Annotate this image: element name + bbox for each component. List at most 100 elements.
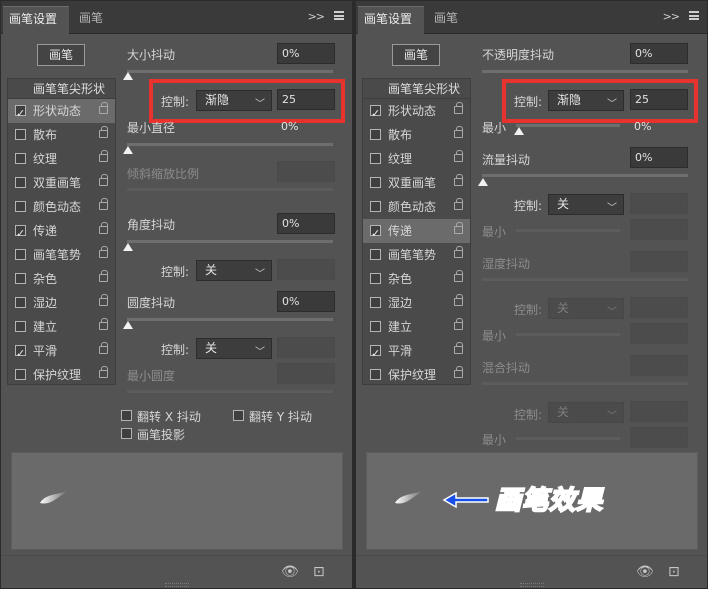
checkbox[interactable] [370, 201, 381, 212]
tab-brush-settings[interactable]: 画笔设置 [3, 6, 69, 34]
size-jitter-thumb[interactable] [123, 72, 133, 80]
lock-icon[interactable] [454, 294, 463, 306]
lock-icon[interactable] [454, 102, 463, 114]
brush-tip-shape-item[interactable]: 画笔笔尖形状 [363, 79, 470, 99]
list-item[interactable]: 形状动态 [8, 99, 115, 126]
list-item[interactable]: 建立 [8, 315, 115, 339]
brush-presets-button[interactable]: 画笔 [392, 44, 440, 66]
toggle-preview-eye-icon[interactable]: 👁 [636, 564, 654, 580]
roundness-jitter-slider[interactable] [127, 318, 333, 321]
toggle-preview-eye-icon[interactable]: 👁 [281, 564, 299, 580]
flow-jitter-thumb[interactable] [478, 178, 488, 186]
lock-icon[interactable] [99, 318, 108, 330]
flow-jitter-slider[interactable] [482, 174, 688, 177]
angle-control-select[interactable]: 关 ﹀ [196, 260, 272, 281]
checkbox[interactable] [370, 321, 381, 332]
checkbox[interactable] [370, 273, 381, 284]
checkbox[interactable] [370, 342, 381, 366]
list-item[interactable]: 形状动态 [363, 99, 470, 126]
list-item[interactable]: 建立 [363, 315, 470, 339]
checkbox[interactable] [370, 177, 381, 188]
checkbox[interactable] [15, 249, 26, 260]
size-jitter-slider[interactable] [127, 70, 333, 73]
lock-icon[interactable] [454, 198, 463, 210]
angle-jitter-slider[interactable] [127, 240, 333, 243]
list-item[interactable]: 散布 [8, 123, 115, 147]
resize-grip-icon[interactable] [520, 583, 544, 587]
list-item[interactable]: 保护纹理 [363, 363, 470, 387]
checkbox[interactable] [15, 273, 26, 284]
checkbox[interactable] [15, 342, 26, 366]
flip-y-checkbox[interactable]: 翻转 Y 抖动 [233, 408, 312, 425]
min-opacity-field[interactable]: 0% [630, 117, 688, 138]
checkbox[interactable] [370, 129, 381, 140]
brush-presets-button[interactable]: 画笔 [37, 44, 85, 66]
panel-menu-icon[interactable] [689, 11, 699, 20]
checkbox[interactable] [370, 369, 381, 380]
lock-icon[interactable] [99, 126, 108, 138]
roundness-jitter-field[interactable]: 0% [277, 291, 335, 312]
min-diameter-field[interactable]: 0% [277, 117, 335, 138]
checkbox[interactable] [15, 321, 26, 332]
brush-projection-checkbox[interactable]: 画笔投影 [121, 426, 185, 443]
lock-icon[interactable] [99, 342, 108, 354]
checkbox[interactable] [370, 222, 381, 246]
checkbox[interactable] [15, 177, 26, 188]
lock-icon[interactable] [454, 222, 463, 234]
checkbox[interactable] [370, 153, 381, 164]
resize-grip-icon[interactable] [165, 583, 189, 587]
size-jitter-field[interactable]: 0% [277, 43, 335, 64]
list-item[interactable]: 颜色动态 [363, 195, 470, 219]
checkbox[interactable] [15, 102, 26, 126]
lock-icon[interactable] [99, 294, 108, 306]
checkbox[interactable] [233, 410, 244, 421]
lock-icon[interactable] [99, 150, 108, 162]
opacity-jitter-slider[interactable] [482, 70, 688, 73]
flip-x-checkbox[interactable]: 翻转 X 抖动 [121, 408, 201, 425]
lock-icon[interactable] [99, 366, 108, 378]
round-control-select[interactable]: 关 ﹀ [196, 338, 272, 359]
angle-jitter-thumb[interactable] [123, 243, 133, 251]
tab-brush-settings[interactable]: 画笔设置 [358, 6, 424, 34]
lock-icon[interactable] [454, 366, 463, 378]
checkbox[interactable] [15, 297, 26, 308]
checkbox[interactable] [15, 201, 26, 212]
roundness-jitter-thumb[interactable] [123, 321, 133, 329]
lock-icon[interactable] [99, 222, 108, 234]
checkbox[interactable] [370, 102, 381, 126]
min-diameter-slider[interactable] [127, 143, 333, 146]
collapse-chevron-icon[interactable]: >> [663, 10, 680, 23]
list-item[interactable]: 双重画笔 [8, 171, 115, 195]
lock-icon[interactable] [454, 174, 463, 186]
lock-icon[interactable] [454, 150, 463, 162]
list-item[interactable]: 杂色 [8, 267, 115, 291]
list-item[interactable]: 纹理 [363, 147, 470, 171]
lock-icon[interactable] [99, 102, 108, 114]
flow-jitter-field[interactable]: 0% [630, 147, 688, 168]
list-item[interactable]: 杂色 [363, 267, 470, 291]
collapse-chevron-icon[interactable]: >> [308, 10, 325, 23]
lock-icon[interactable] [454, 318, 463, 330]
lock-icon[interactable] [454, 126, 463, 138]
lock-icon[interactable] [454, 342, 463, 354]
checkbox[interactable] [15, 153, 26, 164]
create-new-preset-icon[interactable]: ⊡ [313, 564, 325, 580]
checkbox[interactable] [15, 222, 26, 246]
lock-icon[interactable] [99, 174, 108, 186]
tab-brushes[interactable]: 画笔 [73, 6, 113, 34]
list-item[interactable]: 湿边 [8, 291, 115, 315]
flow-control-select[interactable]: 关 ﹀ [548, 194, 624, 215]
checkbox[interactable] [370, 297, 381, 308]
list-item[interactable]: 传递 [363, 219, 470, 246]
list-item[interactable]: 传递 [8, 219, 115, 246]
panel-menu-icon[interactable] [334, 11, 344, 20]
lock-icon[interactable] [99, 198, 108, 210]
min-opacity-slider[interactable] [516, 124, 620, 127]
checkbox[interactable] [121, 410, 132, 421]
list-item[interactable]: 湿边 [363, 291, 470, 315]
tab-brushes[interactable]: 画笔 [428, 6, 468, 34]
list-item[interactable]: 画笔笔势 [8, 243, 115, 267]
min-opacity-thumb[interactable] [514, 127, 524, 135]
checkbox[interactable] [15, 369, 26, 380]
brush-tip-shape-item[interactable]: 画笔笔尖形状 [8, 79, 115, 99]
